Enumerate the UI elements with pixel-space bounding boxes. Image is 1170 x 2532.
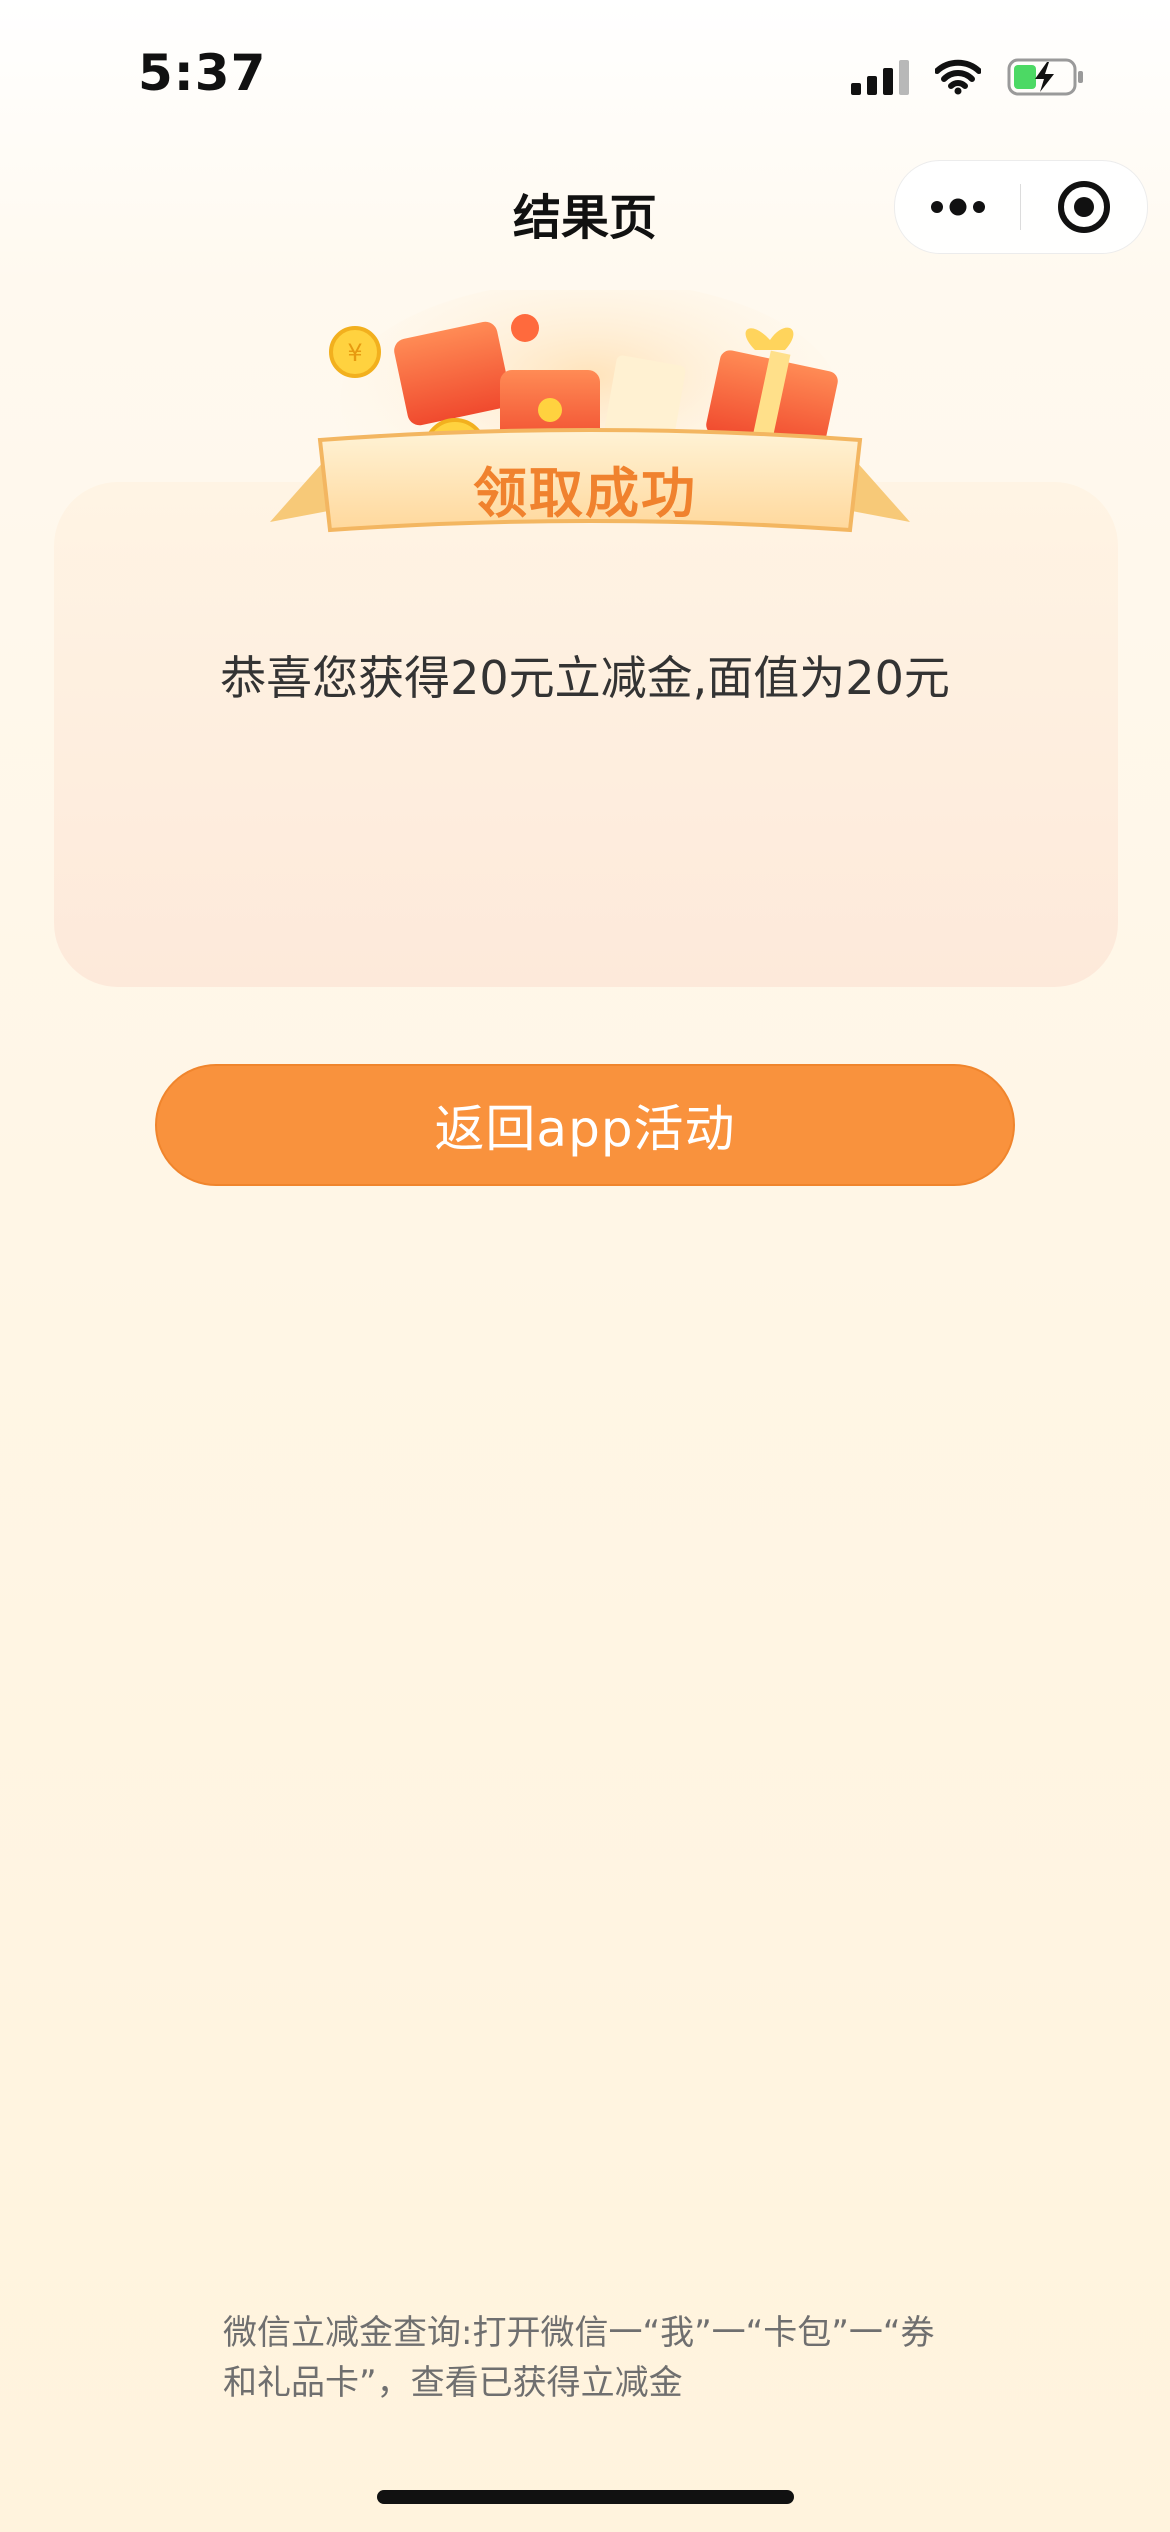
home-indicator <box>377 2490 794 2504</box>
nav-bar: 结果页 <box>0 160 1170 256</box>
footer-hint: 微信立减金查询:打开微信一“我”一“卡包”一“券 和礼品卡”，查看已获得立减金 <box>223 2308 983 2408</box>
status-icons <box>851 54 1085 100</box>
footer-hint-line2: 和礼品卡”，查看已获得立减金 <box>223 2363 683 2403</box>
mini-program-capsule <box>894 160 1148 254</box>
success-banner-label: 领取成功 <box>473 462 697 525</box>
signal-icon <box>851 59 909 95</box>
battery-charging-icon <box>1007 57 1085 97</box>
footer-hint-line1: 微信立减金查询:打开微信一“我”一“卡包”一“券 <box>223 2313 935 2353</box>
reward-message: 恭喜您获得20元立减金,面值为20元 <box>220 651 950 705</box>
more-dots-icon[interactable] <box>895 161 1020 253</box>
status-time: 5:37 <box>138 44 267 102</box>
return-app-activity-button[interactable]: 返回app活动 <box>155 1064 1015 1186</box>
status-bar: 5:37 <box>0 0 1170 150</box>
wifi-icon <box>935 59 981 95</box>
svg-text:¥: ¥ <box>347 339 362 367</box>
target-close-icon[interactable] <box>1021 161 1146 253</box>
